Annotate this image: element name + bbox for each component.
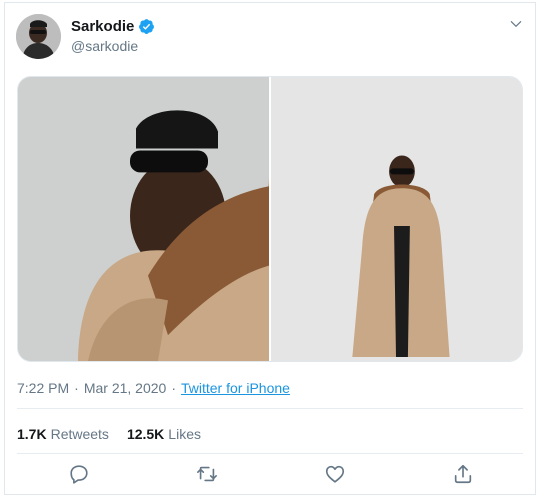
share-icon — [454, 464, 472, 484]
meta-separator: · — [74, 380, 79, 396]
photo-full-length-icon — [271, 77, 522, 361]
photo-closeup-icon — [18, 77, 269, 361]
likes-count: 12.5K — [126, 426, 165, 442]
meta-separator: · — [171, 380, 176, 396]
verified-badge-icon — [139, 19, 155, 34]
reply-icon — [70, 465, 88, 484]
author-avatar[interactable] — [16, 14, 61, 59]
tweet-date[interactable]: Mar 21, 2020 — [84, 380, 167, 396]
divider — [17, 453, 523, 454]
photo-closeup[interactable] — [18, 77, 269, 361]
tweet-card: Sarkodie @sarkodie 7:22 PM · Mar 21, 202… — [4, 2, 536, 495]
reply-button[interactable] — [68, 463, 90, 485]
tweet-meta: 7:22 PM · Mar 21, 2020 · Twitter for iPh… — [17, 380, 290, 396]
author-name-row[interactable]: Sarkodie — [71, 18, 155, 35]
retweets-stat[interactable]: 1.7K Retweets — [17, 426, 109, 442]
chevron-down-icon[interactable] — [509, 17, 523, 31]
photo-full-length[interactable] — [271, 77, 522, 361]
retweets-count: 1.7K — [17, 426, 47, 442]
likes-stat[interactable]: 12.5K Likes — [127, 426, 201, 442]
retweet-icon — [197, 466, 217, 482]
author-display-name[interactable]: Sarkodie — [71, 18, 134, 35]
divider — [17, 408, 523, 409]
tweet-media — [17, 76, 523, 362]
avatar-photo-icon — [16, 14, 61, 59]
tweet-actions — [5, 463, 535, 489]
retweet-button[interactable] — [196, 463, 218, 485]
share-button[interactable] — [452, 463, 474, 485]
author-handle[interactable]: @sarkodie — [71, 38, 138, 54]
like-icon — [325, 465, 345, 483]
likes-label: Likes — [168, 426, 201, 442]
like-button[interactable] — [324, 463, 346, 485]
tweet-stats: 1.7K Retweets 12.5K Likes — [17, 426, 219, 442]
retweets-label: Retweets — [50, 426, 109, 442]
tweet-time[interactable]: 7:22 PM — [17, 380, 69, 396]
tweet-source-link[interactable]: Twitter for iPhone — [181, 380, 290, 396]
